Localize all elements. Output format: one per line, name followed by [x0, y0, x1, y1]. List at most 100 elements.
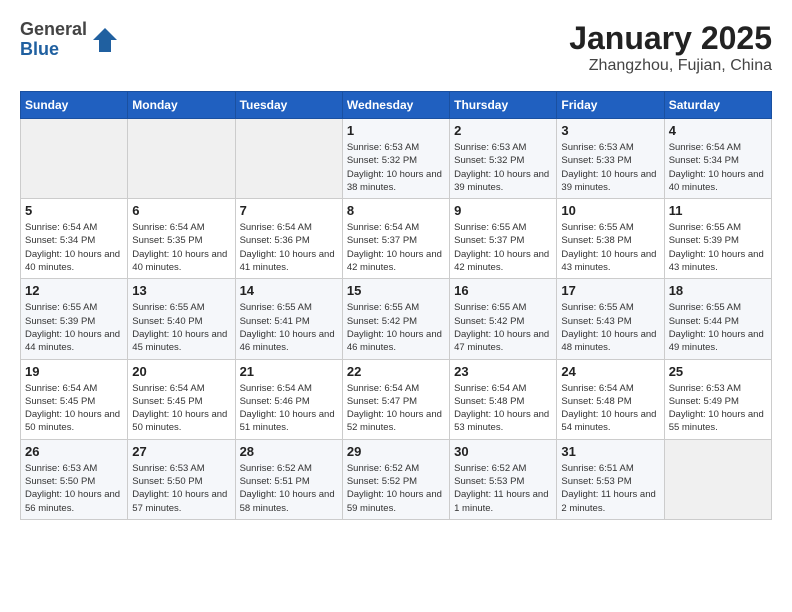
day-info: Sunrise: 6:54 AM Sunset: 5:36 PM Dayligh… [240, 221, 338, 274]
calendar-cell: 26 Sunrise: 6:53 AM Sunset: 5:50 PM Dayli… [21, 439, 128, 519]
day-info: Sunrise: 6:53 AM Sunset: 5:32 PM Dayligh… [454, 141, 552, 194]
calendar-cell: 20 Sunrise: 6:54 AM Sunset: 5:45 PM Dayli… [128, 359, 235, 439]
calendar-cell [128, 119, 235, 199]
calendar-cell [235, 119, 342, 199]
day-number: 3 [561, 123, 659, 138]
day-number: 1 [347, 123, 445, 138]
day-number: 6 [132, 203, 230, 218]
day-number: 5 [25, 203, 123, 218]
day-info: Sunrise: 6:55 AM Sunset: 5:37 PM Dayligh… [454, 221, 552, 274]
calendar-cell: 29Sunrise: 6:52 AM Sunset: 5:52 PM Dayli… [342, 439, 449, 519]
day-info: Sunrise: 6:55 AM Sunset: 5:43 PM Dayligh… [561, 301, 659, 354]
day-number: 22 [347, 364, 445, 379]
day-info: Sunrise: 6:54 AM Sunset: 5:46 PM Dayligh… [240, 382, 338, 435]
day-info: Sunrise: 6:55 AM Sunset: 5:38 PM Dayligh… [561, 221, 659, 274]
title-block: January 2025 Zhangzhou, Fujian, China [569, 20, 772, 75]
calendar-cell: 17Sunrise: 6:55 AM Sunset: 5:43 PM Dayli… [557, 279, 664, 359]
day-info: Sunrise: 6:53 AM Sunset: 5:49 PM Dayligh… [669, 382, 767, 435]
calendar-cell [664, 439, 771, 519]
header-day-monday: Monday [128, 92, 235, 119]
calendar-cell: 24Sunrise: 6:54 AM Sunset: 5:48 PM Dayli… [557, 359, 664, 439]
day-info: Sunrise: 6:53 AM Sunset: 5:33 PM Dayligh… [561, 141, 659, 194]
day-info: Sunrise: 6:55 AM Sunset: 5:42 PM Dayligh… [454, 301, 552, 354]
day-number: 25 [669, 364, 767, 379]
day-number: 27 [132, 444, 230, 459]
calendar-cell: 31 Sunrise: 6:51 AM Sunset: 5:53 PM Dayli… [557, 439, 664, 519]
header-day-sunday: Sunday [21, 92, 128, 119]
calendar-cell: 1 Sunrise: 6:53 AM Sunset: 5:32 PM Daylig… [342, 119, 449, 199]
calendar-cell: 30 Sunrise: 6:52 AM Sunset: 5:53 PM Dayli… [450, 439, 557, 519]
calendar-cell: 14 Sunrise: 6:55 AM Sunset: 5:41 PM Dayli… [235, 279, 342, 359]
header-day-thursday: Thursday [450, 92, 557, 119]
day-info: Sunrise: 6:54 AM Sunset: 5:37 PM Dayligh… [347, 221, 445, 274]
day-number: 4 [669, 123, 767, 138]
day-info: Sunrise: 6:51 AM Sunset: 5:53 PM Dayligh… [561, 462, 659, 515]
header-day-friday: Friday [557, 92, 664, 119]
header-day-tuesday: Tuesday [235, 92, 342, 119]
day-number: 21 [240, 364, 338, 379]
day-info: Sunrise: 6:54 AM Sunset: 5:34 PM Dayligh… [669, 141, 767, 194]
calendar-subtitle: Zhangzhou, Fujian, China [569, 57, 772, 75]
day-info: Sunrise: 6:54 AM Sunset: 5:35 PM Dayligh… [132, 221, 230, 274]
logo: General Blue [20, 20, 119, 60]
day-info: Sunrise: 6:52 AM Sunset: 5:51 PM Dayligh… [240, 462, 338, 515]
logo-text: General Blue [20, 20, 87, 60]
header-day-saturday: Saturday [664, 92, 771, 119]
day-number: 15 [347, 283, 445, 298]
day-number: 29 [347, 444, 445, 459]
day-number: 28 [240, 444, 338, 459]
day-number: 14 [240, 283, 338, 298]
calendar-week-row: 12 Sunrise: 6:55 AM Sunset: 5:39 PM Dayli… [21, 279, 772, 359]
calendar-week-row: 5 Sunrise: 6:54 AM Sunset: 5:34 PM Daylig… [21, 199, 772, 279]
calendar-title: January 2025 [569, 20, 772, 57]
calendar-cell: 9 Sunrise: 6:55 AM Sunset: 5:37 PM Daylig… [450, 199, 557, 279]
calendar-cell: 27Sunrise: 6:53 AM Sunset: 5:50 PM Dayli… [128, 439, 235, 519]
calendar-cell: 4 Sunrise: 6:54 AM Sunset: 5:34 PM Daylig… [664, 119, 771, 199]
day-info: Sunrise: 6:55 AM Sunset: 5:42 PM Dayligh… [347, 301, 445, 354]
day-number: 16 [454, 283, 552, 298]
calendar-cell: 18 Sunrise: 6:55 AM Sunset: 5:44 PM Dayli… [664, 279, 771, 359]
day-info: Sunrise: 6:55 AM Sunset: 5:44 PM Dayligh… [669, 301, 767, 354]
day-number: 18 [669, 283, 767, 298]
calendar-cell: 21 Sunrise: 6:54 AM Sunset: 5:46 PM Dayli… [235, 359, 342, 439]
calendar-cell: 12 Sunrise: 6:55 AM Sunset: 5:39 PM Dayli… [21, 279, 128, 359]
day-info: Sunrise: 6:54 AM Sunset: 5:48 PM Dayligh… [454, 382, 552, 435]
logo-general: General [20, 20, 87, 40]
calendar-cell: 22 Sunrise: 6:54 AM Sunset: 5:47 PM Dayli… [342, 359, 449, 439]
day-number: 20 [132, 364, 230, 379]
day-info: Sunrise: 6:54 AM Sunset: 5:47 PM Dayligh… [347, 382, 445, 435]
day-number: 7 [240, 203, 338, 218]
logo-icon [91, 26, 119, 54]
day-number: 31 [561, 444, 659, 459]
calendar-week-row: 1 Sunrise: 6:53 AM Sunset: 5:32 PM Daylig… [21, 119, 772, 199]
day-number: 8 [347, 203, 445, 218]
day-number: 13 [132, 283, 230, 298]
day-number: 19 [25, 364, 123, 379]
calendar-cell: 8 Sunrise: 6:54 AM Sunset: 5:37 PM Daylig… [342, 199, 449, 279]
day-info: Sunrise: 6:53 AM Sunset: 5:32 PM Dayligh… [347, 141, 445, 194]
day-info: Sunrise: 6:55 AM Sunset: 5:40 PM Dayligh… [132, 301, 230, 354]
day-number: 24 [561, 364, 659, 379]
day-number: 12 [25, 283, 123, 298]
day-info: Sunrise: 6:54 AM Sunset: 5:34 PM Dayligh… [25, 221, 123, 274]
day-number: 10 [561, 203, 659, 218]
day-number: 9 [454, 203, 552, 218]
day-number: 30 [454, 444, 552, 459]
day-number: 23 [454, 364, 552, 379]
day-info: Sunrise: 6:54 AM Sunset: 5:45 PM Dayligh… [132, 382, 230, 435]
calendar-cell: 16 Sunrise: 6:55 AM Sunset: 5:42 PM Dayli… [450, 279, 557, 359]
calendar-header-row: SundayMondayTuesdayWednesdayThursdayFrid… [21, 92, 772, 119]
day-info: Sunrise: 6:53 AM Sunset: 5:50 PM Dayligh… [25, 462, 123, 515]
day-info: Sunrise: 6:52 AM Sunset: 5:53 PM Dayligh… [454, 462, 552, 515]
day-info: Sunrise: 6:55 AM Sunset: 5:41 PM Dayligh… [240, 301, 338, 354]
day-info: Sunrise: 6:54 AM Sunset: 5:45 PM Dayligh… [25, 382, 123, 435]
calendar-cell: 5 Sunrise: 6:54 AM Sunset: 5:34 PM Daylig… [21, 199, 128, 279]
day-number: 11 [669, 203, 767, 218]
calendar-cell: 19 Sunrise: 6:54 AM Sunset: 5:45 PM Dayli… [21, 359, 128, 439]
calendar-cell: 11Sunrise: 6:55 AM Sunset: 5:39 PM Dayli… [664, 199, 771, 279]
day-number: 26 [25, 444, 123, 459]
calendar-cell: 6 Sunrise: 6:54 AM Sunset: 5:35 PM Daylig… [128, 199, 235, 279]
day-info: Sunrise: 6:55 AM Sunset: 5:39 PM Dayligh… [25, 301, 123, 354]
calendar-cell: 28 Sunrise: 6:52 AM Sunset: 5:51 PM Dayli… [235, 439, 342, 519]
calendar-cell [21, 119, 128, 199]
